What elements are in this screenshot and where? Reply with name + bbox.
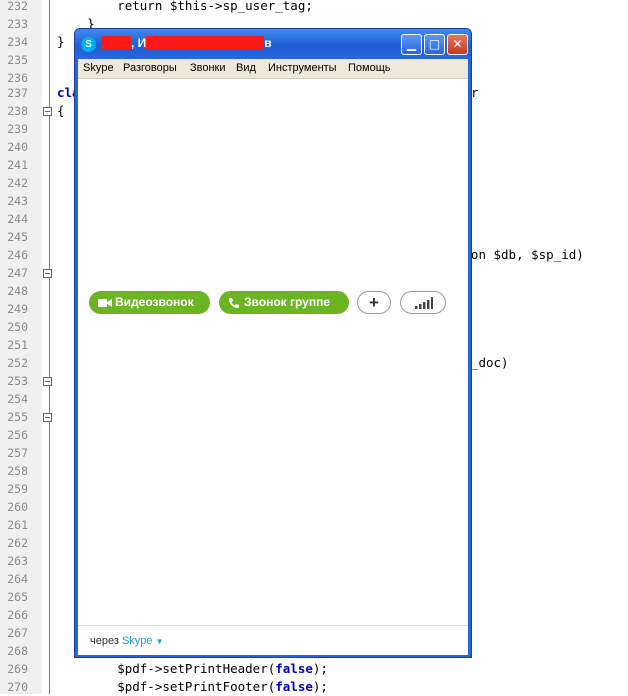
line-number: 269	[7, 662, 28, 676]
line-number: 267	[7, 626, 28, 640]
line-number: 250	[7, 320, 28, 334]
fold-toggle-icon[interactable]	[43, 269, 52, 278]
line-number: 252	[7, 356, 28, 370]
code-line: $pdf->setPrintHeader(false);	[57, 661, 328, 676]
line-number: 270	[7, 680, 28, 694]
chat-client-area: Skype Разговоры Звонки Вид Инструменты П…	[78, 59, 468, 655]
line-number: 253	[7, 374, 28, 388]
line-number: 235	[7, 53, 28, 67]
line-number: 242	[7, 176, 28, 190]
line-number: 239	[7, 122, 28, 136]
line-number: 259	[7, 482, 28, 496]
title-bar[interactable]: S , И в ▁ □ ✕	[75, 29, 471, 59]
close-button[interactable]: ✕	[447, 34, 468, 55]
line-number: 263	[7, 554, 28, 568]
line-number: 247	[7, 266, 28, 280]
line-number: 257	[7, 446, 28, 460]
menu-bar: Skype Разговоры Звонки Вид Инструменты П…	[78, 59, 468, 79]
signal-bars-icon	[415, 297, 433, 309]
plus-icon: +	[369, 293, 379, 312]
line-number: 243	[7, 194, 28, 208]
menu-help[interactable]: Помощь	[348, 62, 391, 74]
fold-toggle-icon[interactable]	[43, 413, 52, 422]
menu-skype[interactable]: Skype	[83, 62, 114, 74]
footer-separator	[78, 625, 468, 626]
minimize-button[interactable]: ▁	[401, 34, 422, 55]
line-number: 249	[7, 302, 28, 316]
minimize-icon: ▁	[406, 37, 417, 51]
line-number: 268	[7, 644, 28, 658]
line-number: 240	[7, 140, 28, 154]
line-number: 251	[7, 338, 28, 352]
video-camera-icon	[98, 299, 112, 307]
group-call-button[interactable]: Звонок группе	[219, 291, 349, 314]
phone-icon	[229, 298, 239, 308]
code-line: $pdf->setPrintFooter(false);	[57, 679, 328, 694]
fold-toggle-icon[interactable]	[43, 377, 52, 386]
line-number: 254	[7, 392, 28, 406]
line-number: 241	[7, 158, 28, 172]
menu-calls[interactable]: Звонки	[190, 62, 226, 74]
redacted-name	[101, 36, 131, 49]
redacted-name	[146, 36, 265, 49]
margin-line	[49, 0, 50, 694]
line-number: 261	[7, 518, 28, 532]
code-line: return $this->sp_user_tag;	[57, 0, 313, 13]
line-number: 238	[7, 104, 28, 118]
line-number: 237	[7, 86, 28, 100]
line-number: 260	[7, 500, 28, 514]
line-number: 246	[7, 248, 28, 262]
line-number: 233	[7, 17, 28, 31]
menu-tools[interactable]: Инструменты	[268, 62, 337, 74]
maximize-icon: □	[428, 37, 441, 51]
line-number: 264	[7, 572, 28, 586]
video-call-button[interactable]: Видеозвонок	[89, 291, 210, 314]
fold-toggle-icon[interactable]	[43, 107, 52, 116]
line-number: 255	[7, 410, 28, 424]
window-title: , И в	[101, 36, 272, 50]
line-number: 245	[7, 230, 28, 244]
maximize-button[interactable]: □	[424, 34, 445, 55]
skype-chat-window[interactable]: S , И в ▁ □ ✕ Skype Разговоры Звонки Вид …	[74, 28, 472, 658]
call-quality-button[interactable]	[400, 291, 446, 314]
line-number: 248	[7, 284, 28, 298]
skype-logo-icon: S	[81, 37, 96, 52]
group-call-label: Звонок группе	[244, 295, 330, 309]
video-call-label: Видеозвонок	[115, 295, 194, 309]
title-separator: , И	[131, 36, 147, 50]
code-line: {	[57, 103, 65, 118]
via-skype-link[interactable]: Skype	[122, 635, 153, 647]
chevron-down-icon[interactable]: ▼	[156, 637, 164, 646]
title-suffix: в	[264, 36, 272, 50]
line-number: 232	[7, 0, 28, 13]
close-icon: ✕	[452, 37, 463, 51]
line-number: 256	[7, 428, 28, 442]
via-skype-label: через Skype ▼	[90, 635, 164, 647]
line-number: 266	[7, 608, 28, 622]
menu-view[interactable]: Вид	[236, 62, 256, 74]
line-number: 234	[7, 35, 28, 49]
menu-conversations[interactable]: Разговоры	[123, 62, 177, 74]
line-number: 244	[7, 212, 28, 226]
call-action-bar: Видеозвонок Звонок группе +	[78, 287, 468, 321]
line-number: 265	[7, 590, 28, 604]
code-line: }	[57, 34, 65, 49]
via-text: через	[90, 635, 119, 647]
add-button[interactable]: +	[357, 291, 391, 314]
line-number: 262	[7, 536, 28, 550]
line-number: 258	[7, 464, 28, 478]
